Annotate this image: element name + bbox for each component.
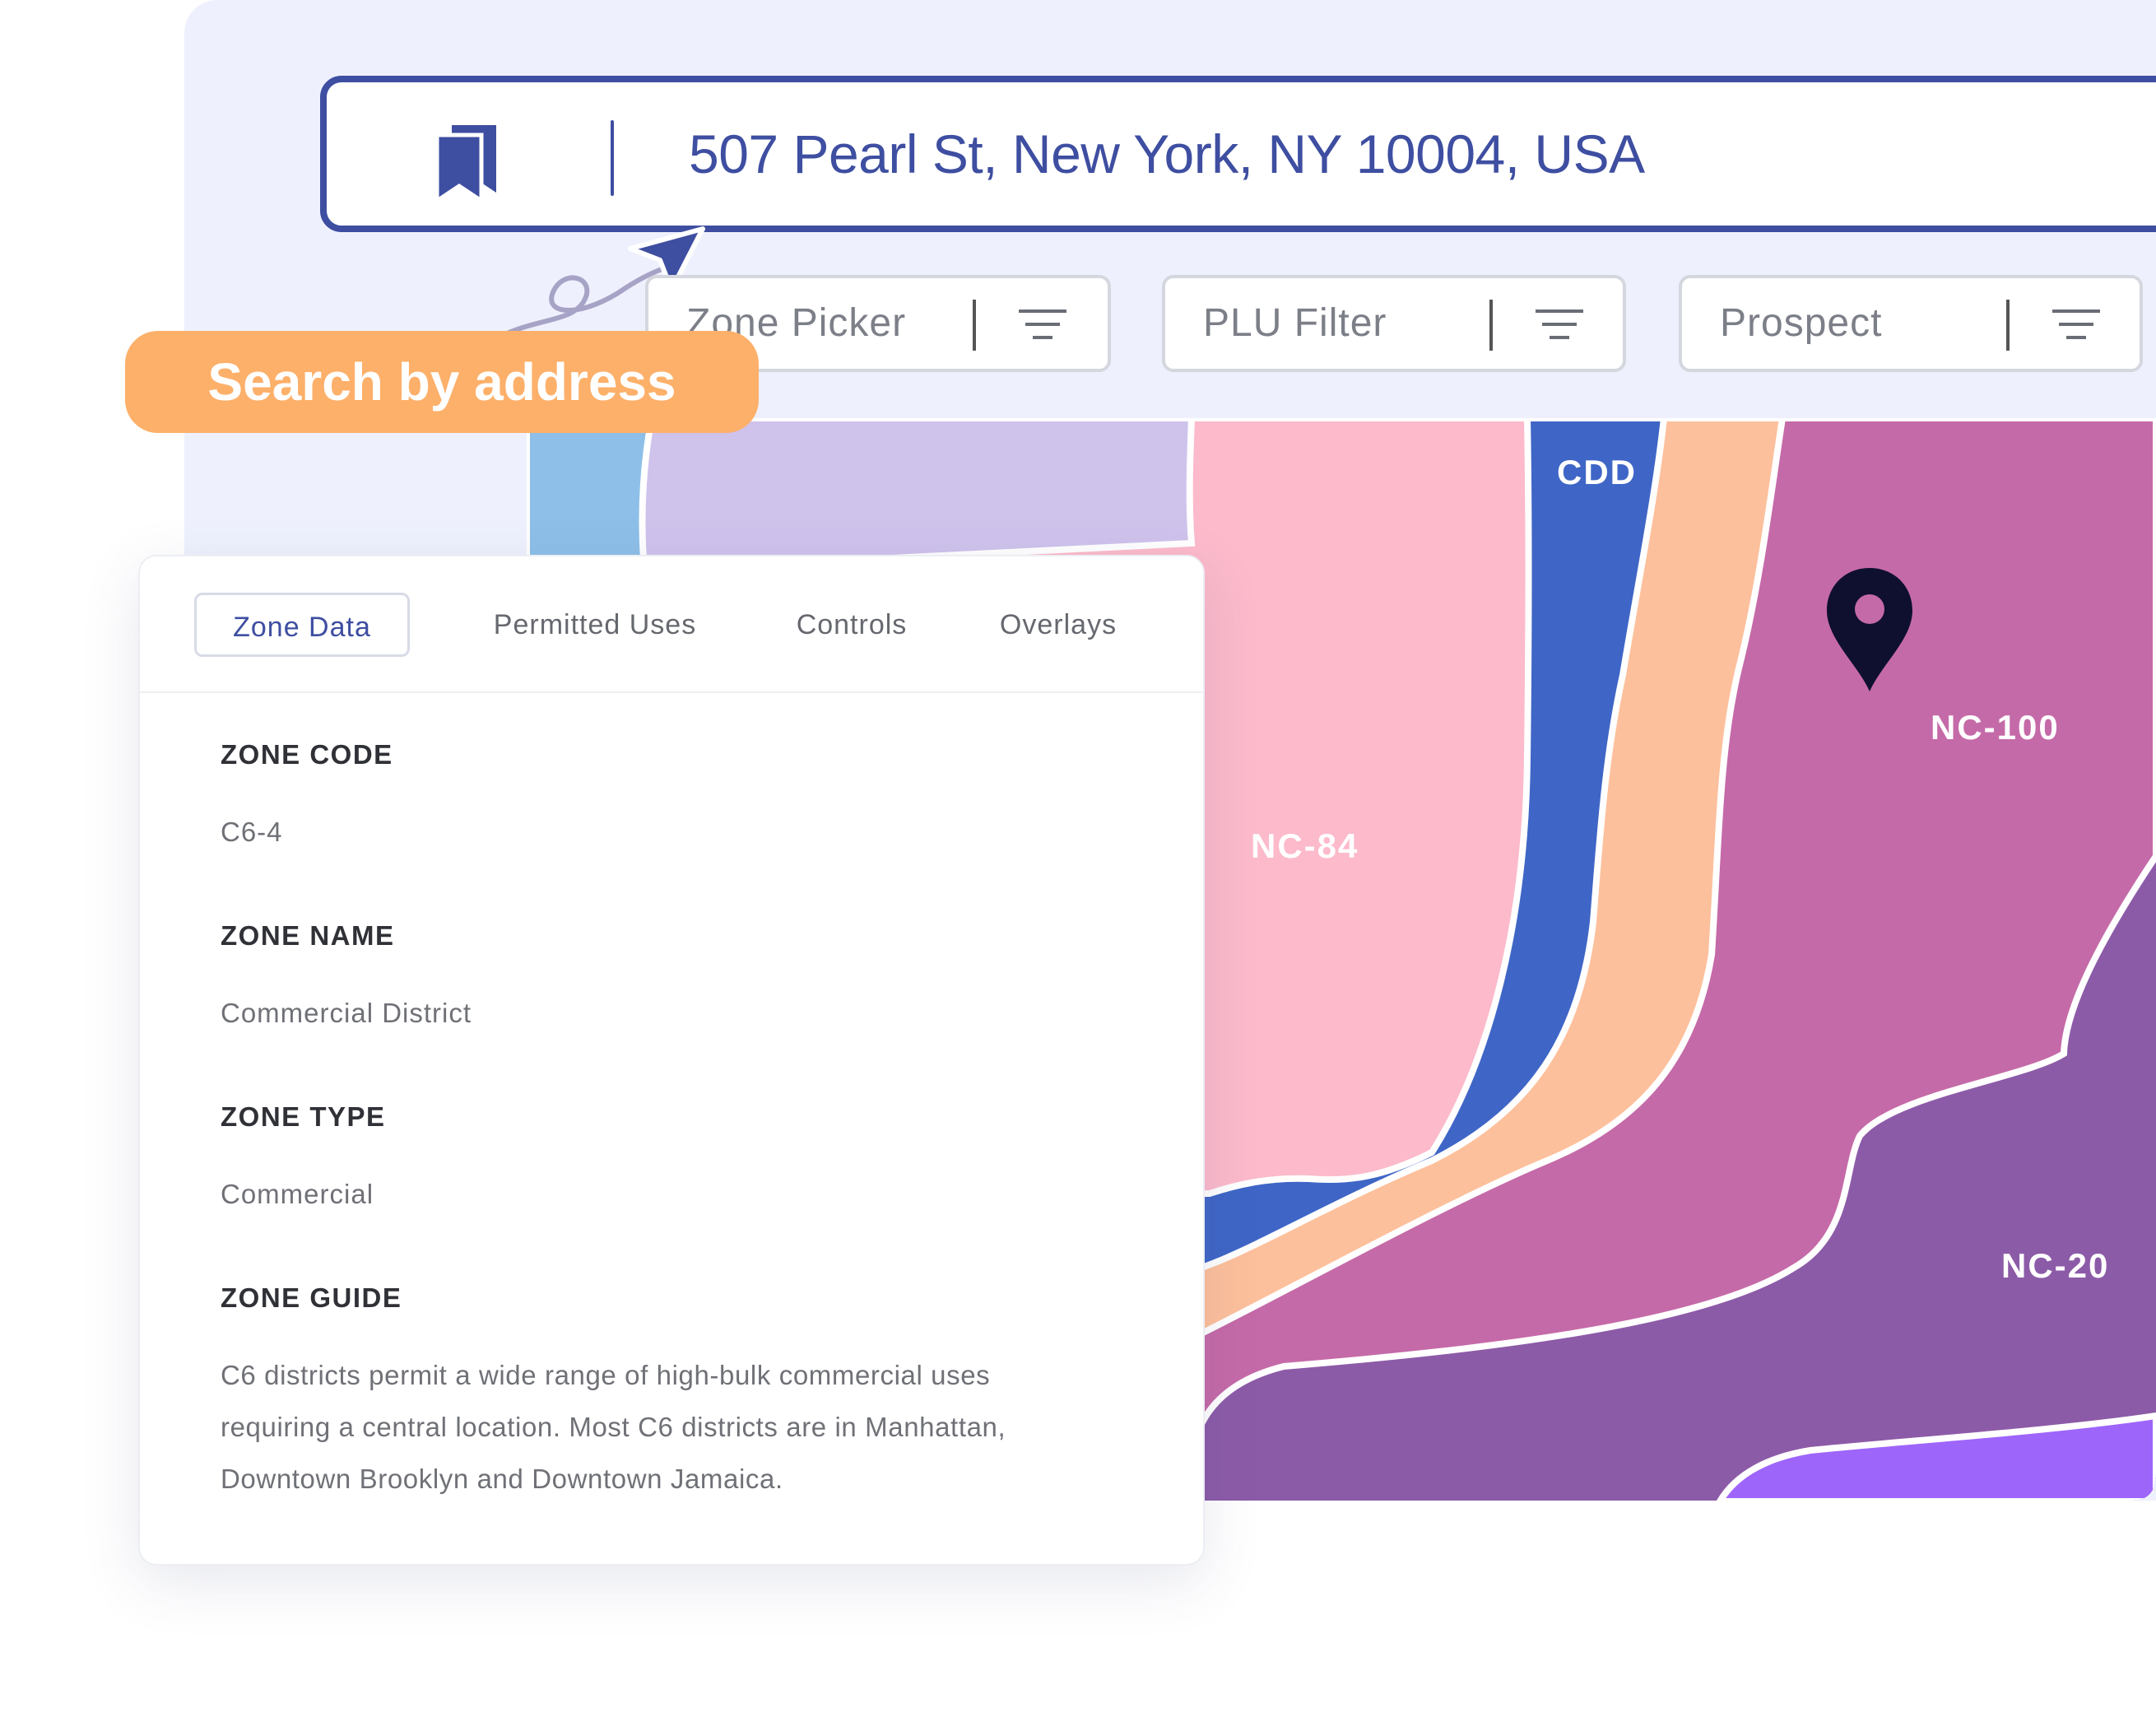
zone-guide-label: ZONE GUIDE [221, 1282, 402, 1313]
address-search-bar[interactable]: 507 Pearl St, New York, NY 10004, USA [320, 76, 2156, 232]
tab-zone-data[interactable]: Zone Data [194, 593, 410, 657]
callout-label: Search by address [207, 352, 676, 412]
zone-code-label: ZONE CODE [221, 739, 393, 770]
zone-name-label: ZONE NAME [221, 920, 395, 951]
plu-filter[interactable]: PLU Filter [1162, 275, 1626, 372]
map-pin-icon[interactable] [1825, 566, 1914, 693]
zone-type-label: ZONE TYPE [221, 1101, 386, 1132]
filter-icon[interactable] [1019, 308, 1066, 341]
tab-overlays[interactable]: Overlays [992, 593, 1124, 657]
zone-label-nc-20: NC-20 [2001, 1246, 2110, 1285]
filter-icon[interactable] [1536, 308, 1583, 341]
zone-info-card: Zone Data Permitted Uses Controls Overla… [138, 555, 1205, 1566]
zone-type-value: Commercial [221, 1179, 374, 1209]
filter-divider [973, 300, 976, 351]
prospect-filter[interactable]: Prospect [1679, 275, 2143, 372]
tab-divider [140, 691, 1203, 693]
bookmark-icon[interactable] [434, 122, 500, 201]
zone-guide-line: C6 districts permit a wide range of high… [221, 1360, 991, 1390]
tab-controls[interactable]: Controls [774, 593, 930, 657]
zone-guide-line: Downtown Brooklyn and Downtown Jamaica. [221, 1464, 783, 1494]
zone-code-value: C6-4 [221, 817, 283, 847]
search-input[interactable]: 507 Pearl St, New York, NY 10004, USA [689, 82, 1645, 226]
zone-guide-line: requiring a central location. Most C6 di… [221, 1412, 1006, 1442]
search-by-address-callout: Search by address [125, 331, 759, 433]
search-divider [611, 120, 614, 196]
filter-divider [2006, 300, 2010, 351]
filter-label: PLU Filter [1203, 301, 1387, 345]
tab-permitted-uses[interactable]: Permitted Uses [469, 593, 721, 657]
zone-blue-area[interactable] [527, 418, 656, 580]
filter-divider [1489, 300, 1493, 351]
zone-label-nc-84: NC-84 [1251, 826, 1359, 865]
zone-label-nc-100: NC-100 [1931, 708, 2060, 747]
zone-label-cdd: CDD [1557, 453, 1637, 491]
zone-name-value: Commercial District [221, 998, 472, 1028]
filter-icon[interactable] [2052, 308, 2100, 341]
filter-label: Prospect [1720, 301, 1883, 345]
